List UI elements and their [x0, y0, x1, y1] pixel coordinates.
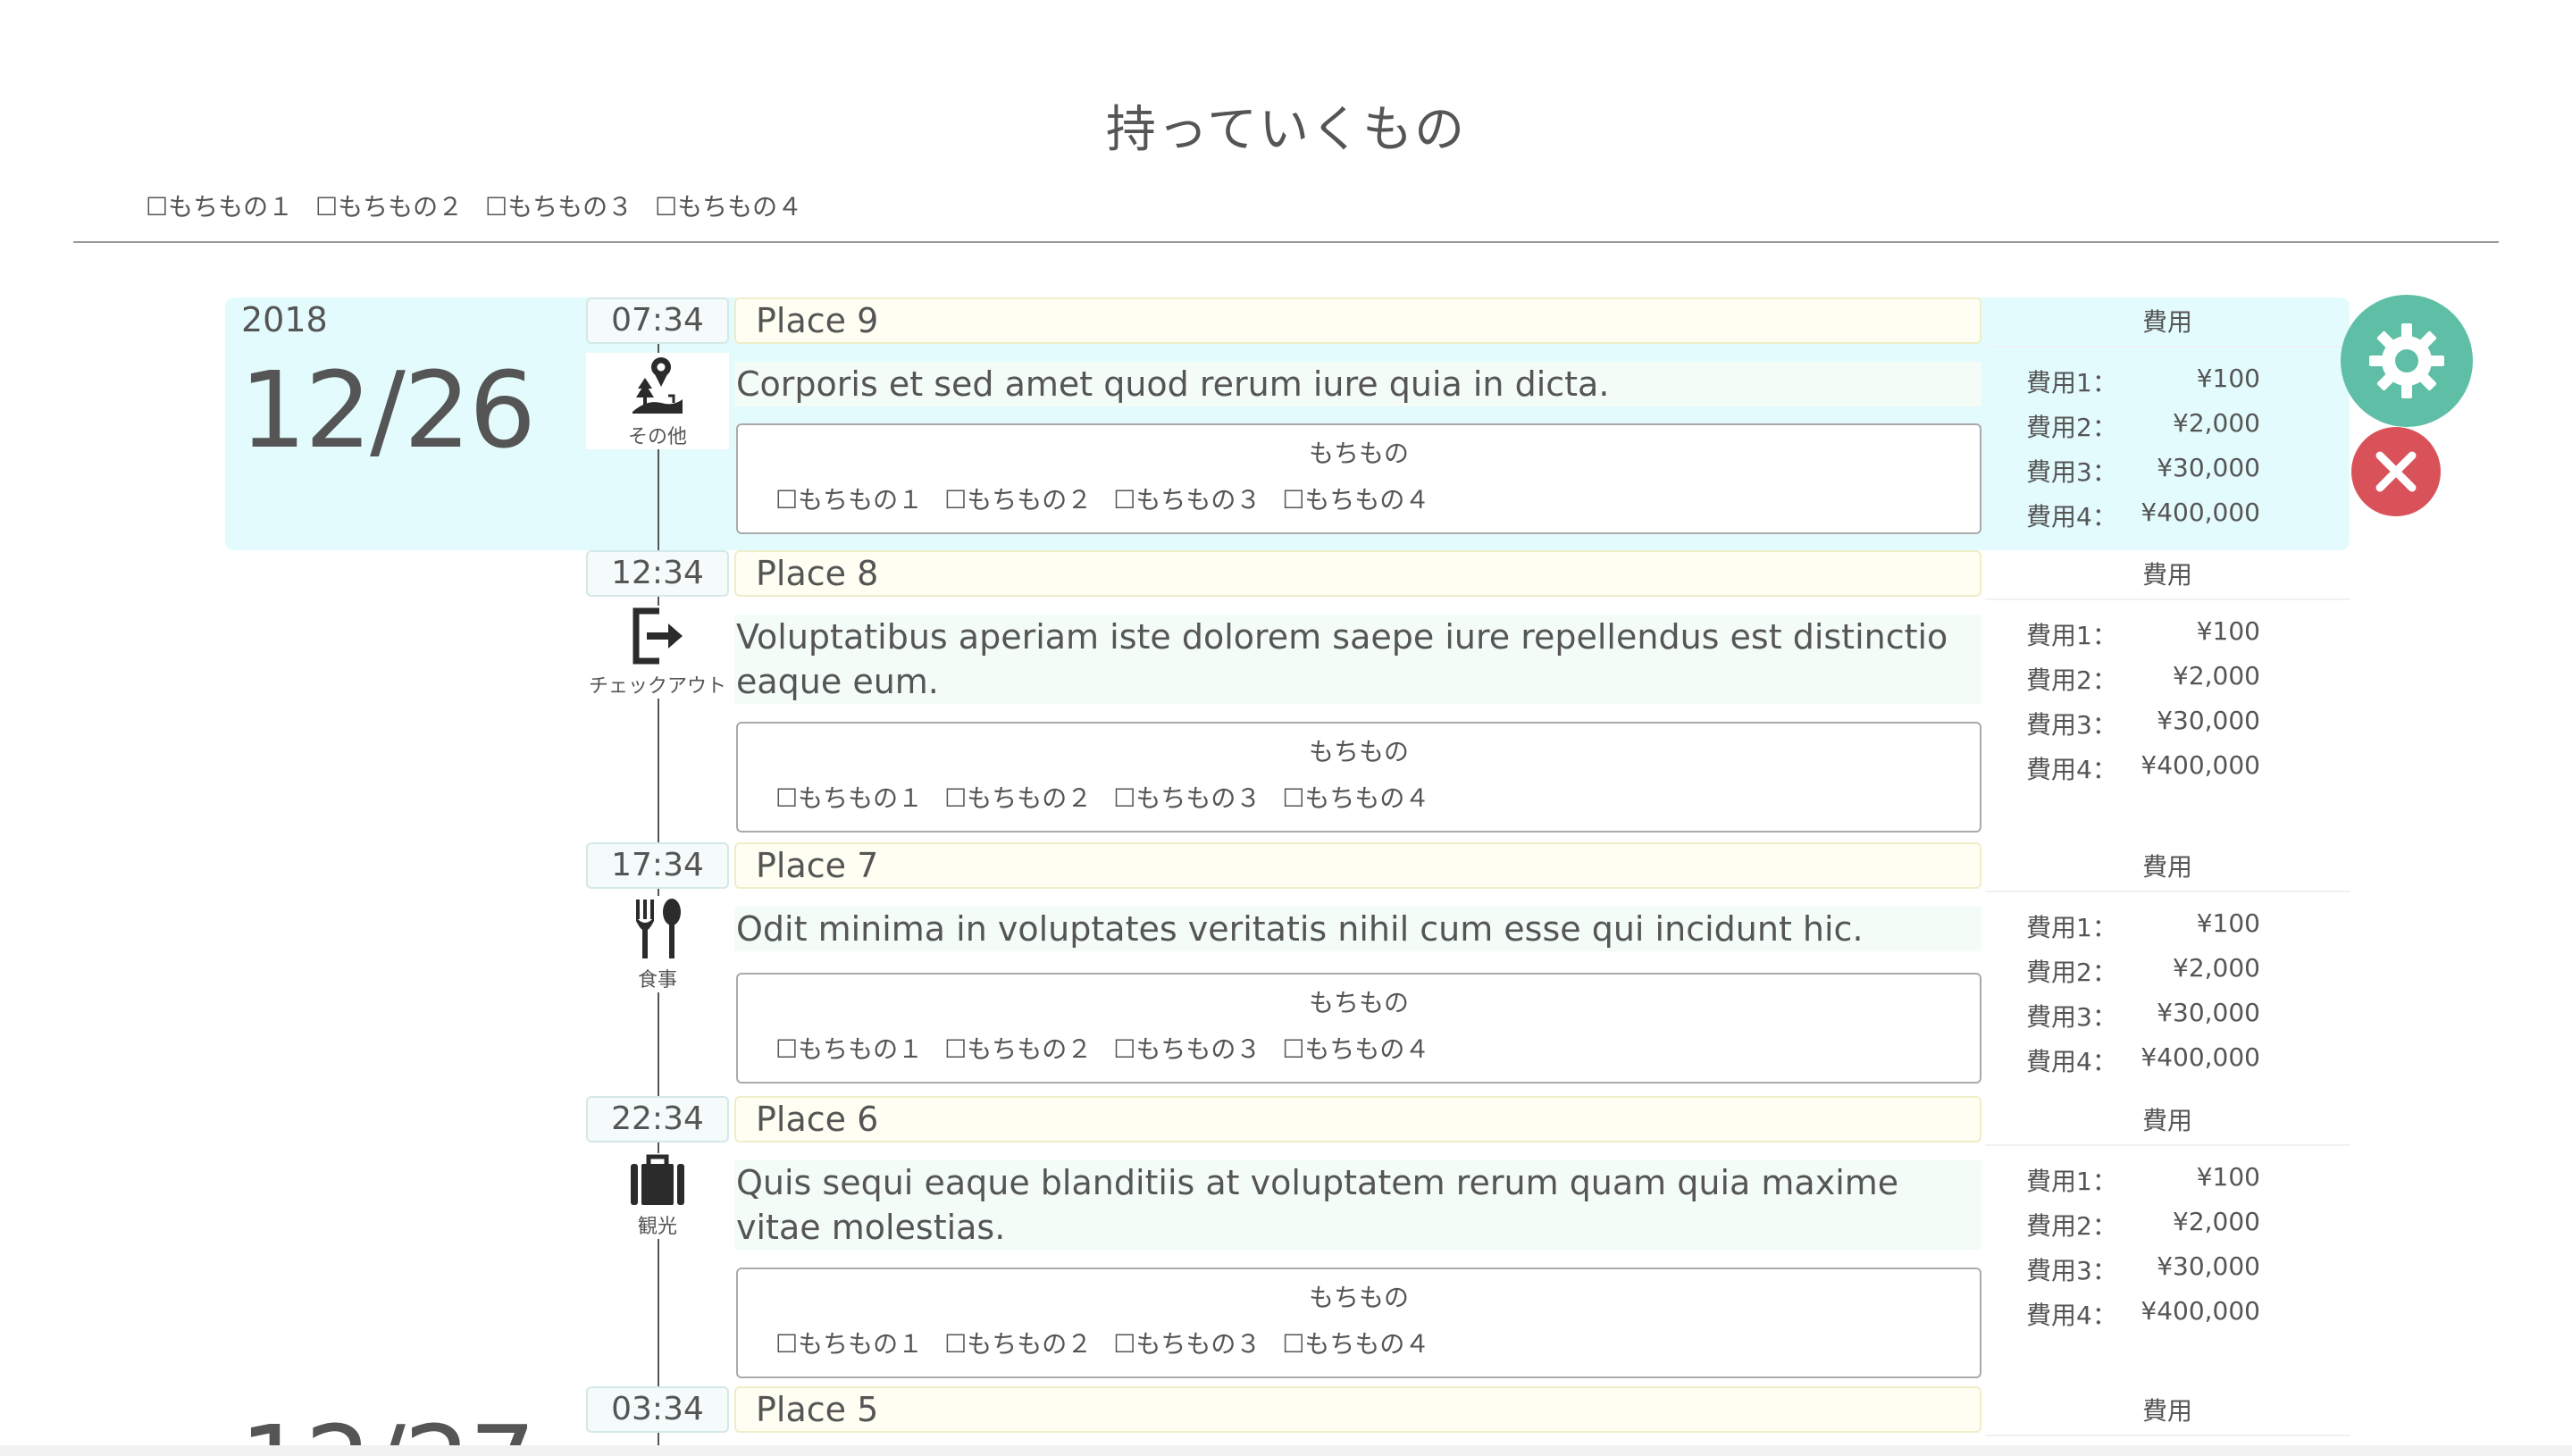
category-label: その他: [627, 426, 687, 448]
entry-time[interactable]: 07:34: [586, 297, 729, 344]
entry-description: Odit minima in voluptates veritatis nihi…: [734, 907, 1981, 951]
entry-time[interactable]: 03:34: [586, 1386, 729, 1433]
fork-spoon-icon: [636, 899, 681, 958]
packing-list: ☐もちもの１ ☐もちもの２ ☐もちもの３ ☐もちもの４: [146, 188, 817, 223]
cost-row: 費用4： ¥400,000: [2026, 1296, 2260, 1330]
packing-item[interactable]: ☐もちもの４: [655, 192, 802, 222]
gear-icon: [2369, 323, 2444, 398]
entry-time[interactable]: 22:34: [586, 1096, 729, 1142]
item-checkbox[interactable]: ☐もちもの４: [1282, 783, 1429, 813]
entry-items-box: もちもの ☐もちもの１ ☐もちもの２ ☐もちもの３ ☐もちもの４: [736, 722, 1981, 833]
entry-description: Voluptatibus aperiam iste dolorem saepe …: [734, 615, 1981, 704]
category-label: 食事: [637, 969, 677, 992]
close-icon: [2375, 451, 2417, 492]
item-checkbox[interactable]: ☐もちもの３: [1113, 1329, 1261, 1359]
entry-time[interactable]: 12:34: [586, 550, 729, 597]
cost-panel: 費用: [1985, 1386, 2350, 1436]
item-checkbox[interactable]: ☐もちもの１: [775, 485, 923, 515]
item-checkbox[interactable]: ☐もちもの３: [1113, 1034, 1261, 1064]
entry-category: チェックアウト: [586, 606, 729, 699]
items-title: もちもの: [1308, 439, 1409, 468]
cost-row: 費用1： ¥100: [2026, 908, 2260, 942]
map-pin-tree-icon: [633, 357, 683, 414]
cost-panel: 費用 費用1： ¥100 費用2： ¥2,000 費用3： ¥30,000 費用4： ¥…: [1985, 1096, 2350, 1341]
items-list: ☐もちもの１ ☐もちもの２ ☐もちもの３ ☐もちもの４: [775, 1030, 1451, 1066]
packing-item[interactable]: ☐もちもの３: [485, 192, 633, 222]
cost-row: 費用2： ¥2,000: [2026, 408, 2260, 442]
item-checkbox[interactable]: ☐もちもの４: [1282, 1329, 1429, 1359]
items-list: ☐もちもの１ ☐もちもの２ ☐もちもの３ ☐もちもの４: [775, 1325, 1451, 1360]
cost-row: 費用2： ¥2,000: [2026, 1207, 2260, 1241]
entry-category: その他: [586, 353, 729, 449]
item-checkbox[interactable]: ☐もちもの１: [775, 783, 923, 813]
item-checkbox[interactable]: ☐もちもの２: [944, 1034, 1092, 1064]
entry-description: Corporis et sed amet quod rerum iure qui…: [734, 362, 1981, 406]
entry-category: 観光: [586, 1153, 729, 1239]
cost-row: 費用2： ¥2,000: [2026, 661, 2260, 695]
cost-row: 費用3： ¥30,000: [2026, 453, 2260, 487]
cost-panel: 費用 費用1： ¥100 費用2： ¥2,000 費用3： ¥30,000 費用4： ¥…: [1985, 297, 2350, 542]
cost-row: 費用1： ¥100: [2026, 1162, 2260, 1196]
cost-title: 費用: [1985, 1096, 2350, 1146]
items-list: ☐もちもの１ ☐もちもの２ ☐もちもの３ ☐もちもの４: [775, 481, 1451, 516]
entry-place[interactable]: Place 7: [734, 842, 1981, 889]
cost-row: 費用4： ¥400,000: [2026, 498, 2260, 531]
header-divider: [73, 241, 2499, 243]
page-title: 持っていくもの: [1105, 101, 1467, 159]
cost-row: 費用1： ¥100: [2026, 364, 2260, 397]
item-checkbox[interactable]: ☐もちもの４: [1282, 1034, 1429, 1064]
entry-place[interactable]: Place 9: [734, 297, 1981, 344]
cost-panel: 費用 費用1： ¥100 費用2： ¥2,000 費用3： ¥30,000 費用4： ¥…: [1985, 550, 2350, 795]
bottom-edge: [0, 1445, 2572, 1456]
entry-place[interactable]: Place 5: [734, 1386, 1981, 1433]
cost-row: 費用3： ¥30,000: [2026, 1251, 2260, 1285]
entry-time[interactable]: 17:34: [586, 842, 729, 889]
items-title: もちもの: [1308, 1283, 1409, 1312]
cost-row: 費用2： ¥2,000: [2026, 953, 2260, 987]
entry-items-box: もちもの ☐もちもの１ ☐もちもの２ ☐もちもの３ ☐もちもの４: [736, 1268, 1981, 1378]
packing-item[interactable]: ☐もちもの１: [146, 192, 293, 222]
item-checkbox[interactable]: ☐もちもの４: [1282, 485, 1429, 515]
category-label: チェックアウト: [588, 675, 726, 698]
items-list: ☐もちもの１ ☐もちもの２ ☐もちもの３ ☐もちもの４: [775, 779, 1451, 815]
cost-row: 費用3： ¥30,000: [2026, 706, 2260, 740]
entry-place[interactable]: Place 8: [734, 550, 1981, 597]
cost-row: 費用3： ¥30,000: [2026, 998, 2260, 1032]
item-checkbox[interactable]: ☐もちもの１: [775, 1034, 923, 1064]
cost-title: 費用: [1985, 297, 2350, 347]
entry-items-box: もちもの ☐もちもの１ ☐もちもの２ ☐もちもの３ ☐もちもの４: [736, 423, 1981, 534]
settings-button[interactable]: [2341, 295, 2473, 427]
item-checkbox[interactable]: ☐もちもの２: [944, 783, 1092, 813]
entry-items-box: もちもの ☐もちもの１ ☐もちもの２ ☐もちもの３ ☐もちもの４: [736, 973, 1981, 1084]
category-label: 観光: [637, 1216, 677, 1238]
item-checkbox[interactable]: ☐もちもの２: [944, 485, 1092, 515]
date-label: 12/26: [239, 348, 536, 472]
year-label: 2018: [241, 300, 328, 339]
entry-category: 食事: [586, 896, 729, 992]
cost-row: 費用4： ¥400,000: [2026, 750, 2260, 784]
cost-panel: 費用 費用1： ¥100 費用2： ¥2,000 費用3： ¥30,000 費用4： ¥…: [1985, 842, 2350, 1087]
cost-row: 費用1： ¥100: [2026, 616, 2260, 650]
items-title: もちもの: [1308, 737, 1409, 766]
item-checkbox[interactable]: ☐もちもの１: [775, 1329, 923, 1359]
cost-row: 費用4： ¥400,000: [2026, 1042, 2260, 1076]
item-checkbox[interactable]: ☐もちもの２: [944, 1329, 1092, 1359]
entry-description: Quis sequi eaque blanditiis at voluptate…: [734, 1160, 1981, 1250]
entry-place[interactable]: Place 6: [734, 1096, 1981, 1142]
packing-item[interactable]: ☐もちもの２: [315, 192, 463, 222]
checkout-icon: [633, 607, 683, 665]
cost-title: 費用: [1985, 550, 2350, 600]
cost-title: 費用: [1985, 1386, 2350, 1436]
item-checkbox[interactable]: ☐もちもの３: [1113, 485, 1261, 515]
cost-title: 費用: [1985, 842, 2350, 892]
items-title: もちもの: [1308, 988, 1409, 1017]
close-button[interactable]: [2351, 427, 2441, 516]
item-checkbox[interactable]: ☐もちもの３: [1113, 783, 1261, 813]
suitcase-icon: [631, 1154, 684, 1205]
